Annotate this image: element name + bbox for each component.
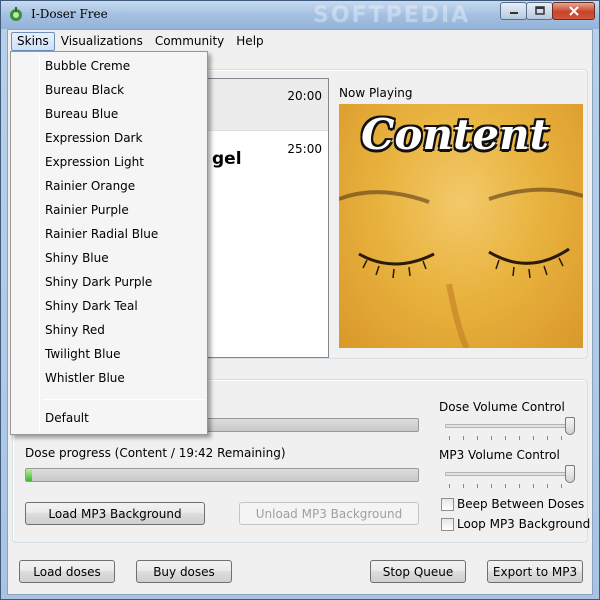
- loop-mp3-background-label[interactable]: Loop MP3 Background: [457, 517, 590, 531]
- mp3-volume-track[interactable]: [445, 472, 575, 476]
- skin-menu-item[interactable]: Rainier Purple: [45, 198, 205, 222]
- menu-skins[interactable]: Skins: [11, 31, 55, 51]
- dose-volume-label: Dose Volume Control: [439, 400, 565, 414]
- skin-menu-item[interactable]: Bureau Black: [45, 78, 205, 102]
- artwork-title: Content: [361, 110, 550, 159]
- skin-menu-item[interactable]: Shiny Red: [45, 318, 205, 342]
- beep-between-doses-label[interactable]: Beep Between Doses: [457, 497, 584, 511]
- app-icon: [10, 7, 22, 21]
- skin-menu-item[interactable]: Rainier Radial Blue: [45, 222, 205, 246]
- dose-progress-bar: [25, 468, 419, 482]
- now-playing-artwork: Content: [339, 104, 583, 348]
- dose-volume-ticks: [449, 436, 575, 440]
- dose-progress-fill: [26, 469, 32, 481]
- mp3-volume-slider[interactable]: [565, 465, 575, 483]
- title-bar[interactable]: I-Doser Free SOFTPEDIA: [1, 1, 599, 29]
- dose-volume-track[interactable]: [445, 424, 575, 428]
- menu-visualizations[interactable]: Visualizations: [55, 32, 149, 51]
- dose-progress-label: Dose progress (Content / 19:42 Remaining…: [25, 446, 286, 460]
- app-window: I-Doser Free SOFTPEDIA Skins Visualizati…: [0, 0, 600, 600]
- minimize-button[interactable]: [500, 2, 527, 20]
- skin-menu-item[interactable]: Rainier Orange: [45, 174, 205, 198]
- menu-bar: Skins Visualizations Community Help: [8, 30, 592, 52]
- menu-community[interactable]: Community: [149, 32, 230, 51]
- buy-doses-button[interactable]: Buy doses: [136, 560, 232, 583]
- minimize-icon: [509, 12, 518, 14]
- row-duration: 20:00: [287, 89, 322, 103]
- maximize-icon: [534, 6, 545, 15]
- load-mp3-background-button[interactable]: Load MP3 Background: [25, 502, 205, 525]
- mp3-volume-ticks: [449, 484, 575, 488]
- loop-mp3-background-checkbox[interactable]: [441, 518, 454, 531]
- load-doses-button[interactable]: Load doses: [19, 560, 115, 583]
- maximize-button[interactable]: [526, 2, 553, 20]
- skin-menu-item[interactable]: Shiny Blue: [45, 246, 205, 270]
- stop-queue-button[interactable]: Stop Queue: [370, 560, 466, 583]
- row-title: gel: [212, 149, 242, 169]
- export-to-mp3-button[interactable]: Export to MP3: [487, 560, 583, 583]
- client-area: Skins Visualizations Community Help 20:0…: [7, 29, 593, 595]
- now-playing-label: Now Playing: [339, 86, 413, 100]
- skin-menu-item[interactable]: Twilight Blue: [45, 342, 205, 366]
- skin-menu-item[interactable]: Shiny Dark Teal: [45, 294, 205, 318]
- skin-menu-item[interactable]: Bubble Creme: [45, 54, 205, 78]
- skin-menu-item[interactable]: Bureau Blue: [45, 102, 205, 126]
- skin-menu-item[interactable]: Expression Dark: [45, 126, 205, 150]
- window-title: I-Doser Free: [31, 7, 108, 21]
- dose-volume-slider[interactable]: [565, 417, 575, 435]
- skin-menu-item[interactable]: Expression Light: [45, 150, 205, 174]
- close-icon: [568, 6, 579, 16]
- mp3-volume-label: MP3 Volume Control: [439, 448, 560, 462]
- menu-gutter: [39, 54, 40, 432]
- menu-separator: [43, 399, 205, 400]
- skins-dropdown-menu: Bubble Creme Bureau Black Bureau Blue Ex…: [10, 51, 208, 435]
- close-button[interactable]: [552, 2, 595, 20]
- skin-menu-item[interactable]: Shiny Dark Purple: [45, 270, 205, 294]
- watermark: SOFTPEDIA: [313, 3, 471, 28]
- skin-menu-item[interactable]: Whistler Blue: [45, 366, 205, 390]
- beep-between-doses-checkbox[interactable]: [441, 498, 454, 511]
- row-duration: 25:00: [287, 142, 322, 156]
- menu-help[interactable]: Help: [230, 32, 269, 51]
- skin-menu-item-default[interactable]: Default: [45, 406, 205, 430]
- unload-mp3-background-button[interactable]: Unload MP3 Background: [239, 502, 419, 525]
